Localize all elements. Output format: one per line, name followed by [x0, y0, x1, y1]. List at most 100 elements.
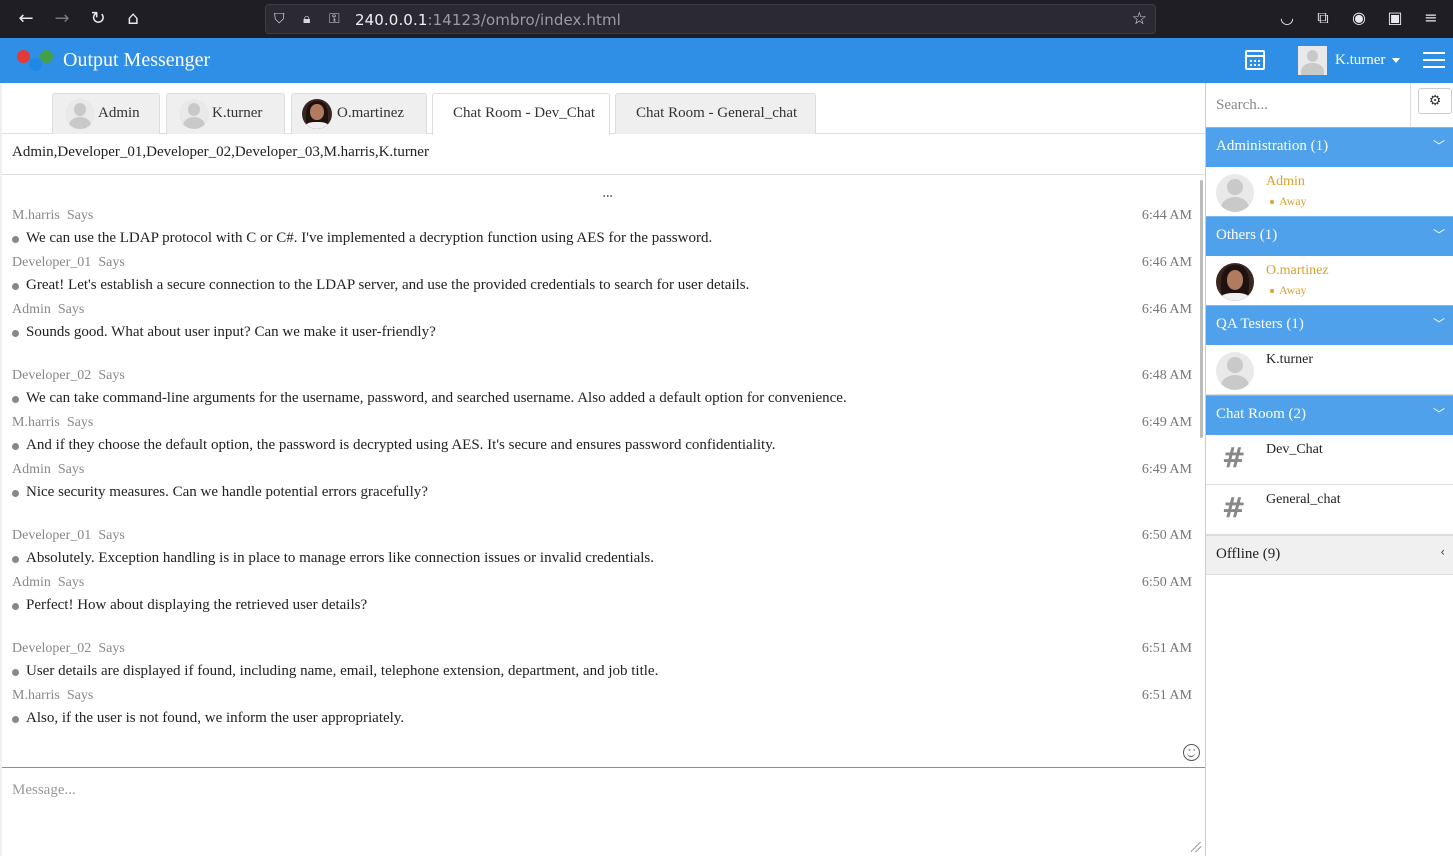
tab-o-martinez[interactable]: O.martinez	[291, 93, 427, 134]
browser-toolbar: ← → ↻ ⌂ ⛉ 🔒︎ ⚿ 240.0.0.1:14123/ombro/ind…	[0, 0, 1453, 38]
current-user-name[interactable]: K.turner	[1335, 52, 1385, 69]
shield-icon[interactable]: ⛉	[274, 11, 285, 27]
tab-label: Chat Room - General_chat	[636, 105, 798, 121]
message-sender: Admin Says	[12, 575, 85, 590]
message-time: 6:51 AM	[1141, 641, 1192, 656]
extensions-icon[interactable]: ⧉	[1313, 8, 1333, 28]
avatar	[65, 99, 95, 129]
home-icon[interactable]: ⌂	[121, 7, 145, 31]
key-icon[interactable]: ⚿	[329, 11, 340, 27]
message-text: User details are displayed if found, inc…	[26, 663, 659, 679]
group-label: QA Testers (1)	[1216, 316, 1304, 332]
message-time: 6:50 AM	[1141, 528, 1192, 543]
group-label: Administration (1)	[1216, 138, 1329, 154]
message-text: We can use the LDAP protocol with C or C…	[26, 230, 713, 246]
group-label: Chat Room (2)	[1216, 406, 1306, 422]
url-host: 240.0.0.1	[355, 11, 428, 29]
room-general-chat[interactable]: # General_chat	[1206, 485, 1453, 535]
hash-icon: #	[1222, 441, 1246, 474]
room-dev-chat[interactable]: # Dev_Chat	[1206, 435, 1453, 485]
chevron-down-icon: ﹀	[1432, 228, 1445, 242]
message-bullet	[12, 603, 19, 610]
contact-name: O.martinez	[1266, 263, 1329, 278]
message-time: 6:46 AM	[1141, 255, 1192, 270]
tab-chat-room-dev-chat[interactable]: Chat Room - Dev_Chat	[432, 93, 610, 135]
extension-z-icon[interactable]: ▣	[1385, 8, 1405, 28]
avatar	[1216, 352, 1254, 390]
back-icon[interactable]: ←	[14, 7, 38, 31]
emoji-icon[interactable]	[1183, 744, 1200, 761]
load-more-indicator[interactable]: ...	[602, 185, 613, 201]
message-time: 6:44 AM	[1141, 208, 1192, 223]
resize-handle-icon[interactable]	[1191, 842, 1201, 852]
message-time: 6:46 AM	[1141, 302, 1192, 317]
search-input[interactable]	[1206, 83, 1411, 127]
bookmark-star-icon[interactable]: ☆	[1132, 9, 1147, 29]
tab-k-turner[interactable]: K.turner	[166, 93, 285, 134]
contacts-sidebar: ⚙ Administration (1) ﹀ Admin Away Others…	[1206, 83, 1453, 856]
group-label: Offline (9)	[1216, 546, 1281, 562]
extension-avatar-icon[interactable]: ◉	[1349, 8, 1369, 28]
tab-label: K.turner	[212, 105, 263, 121]
address-bar[interactable]: ⛉ 🔒︎ ⚿ 240.0.0.1:14123/ombro/index.html …	[265, 4, 1156, 34]
contact-k-turner[interactable]: K.turner	[1206, 345, 1453, 395]
message-bullet	[12, 490, 19, 497]
lock-icon[interactable]: 🔒︎	[303, 11, 310, 27]
reload-icon[interactable]: ↻	[86, 7, 110, 31]
current-user-avatar[interactable]	[1298, 46, 1327, 75]
group-others[interactable]: Others (1) ﹀	[1206, 216, 1453, 256]
group-offline[interactable]: Offline (9) ‹	[1206, 535, 1453, 575]
message-sender: M.harris Says	[12, 415, 94, 430]
message-sender: M.harris Says	[12, 688, 94, 703]
message-bullet	[12, 556, 19, 563]
browser-menu-icon[interactable]: ≡	[1421, 8, 1441, 28]
room-name: General_chat	[1266, 492, 1341, 507]
avatar	[302, 99, 332, 129]
calendar-icon[interactable]	[1245, 50, 1265, 70]
group-label: Others (1)	[1216, 227, 1278, 243]
message-sender: Developer_02 Says	[12, 368, 125, 383]
message-bullet	[12, 443, 19, 450]
group-administration[interactable]: Administration (1) ﹀	[1206, 127, 1453, 167]
chevron-down-icon: ﹀	[1432, 407, 1445, 421]
message-sender: M.harris Says	[12, 208, 94, 223]
chevron-down-icon: ﹀	[1432, 317, 1445, 331]
status-badge: Away	[1270, 283, 1307, 298]
message-time: 6:51 AM	[1141, 688, 1192, 703]
url-text[interactable]: 240.0.0.1:14123/ombro/index.html	[355, 11, 621, 29]
forward-icon[interactable]: →	[50, 7, 74, 31]
message-scrollbar[interactable]	[1200, 180, 1203, 438]
chevron-down-icon: ﹀	[1432, 139, 1445, 153]
contact-o-martinez[interactable]: O.martinez Away	[1206, 256, 1453, 306]
message-text: And if they choose the default option, t…	[26, 437, 776, 453]
message-sender: Developer_01 Says	[12, 528, 125, 543]
message-time: 6:49 AM	[1141, 415, 1192, 430]
message-text: Perfect! How about displaying the retrie…	[26, 597, 368, 613]
message-sender: Developer_01 Says	[12, 255, 125, 270]
message-text: Nice security measures. Can we handle po…	[26, 484, 428, 500]
message-bullet	[12, 716, 19, 723]
message-bullet	[12, 283, 19, 290]
contact-admin[interactable]: Admin Away	[1206, 167, 1453, 217]
message-text: Also, if the user is not found, we infor…	[26, 710, 405, 726]
message-list[interactable]: ... M.harris Says 6:44 AM We can use the…	[2, 175, 1205, 767]
message-composer	[2, 767, 1205, 856]
message-sender: Admin Says	[12, 462, 85, 477]
hash-icon: #	[1222, 491, 1246, 524]
user-menu-caret-icon[interactable]	[1392, 58, 1400, 63]
group-chat-room[interactable]: Chat Room (2) ﹀	[1206, 395, 1453, 435]
group-qa-testers[interactable]: QA Testers (1) ﹀	[1206, 305, 1453, 345]
tab-admin[interactable]: Admin	[52, 93, 160, 134]
message-input[interactable]	[2, 768, 1205, 856]
message-bullet	[12, 669, 19, 676]
chat-tabs: Admin K.turner O.martinez Chat Room - De…	[2, 83, 1205, 135]
avatar	[1216, 174, 1254, 212]
pocket-icon[interactable]: ◡	[1277, 8, 1297, 28]
contact-name: K.turner	[1266, 352, 1314, 367]
message-text: We can take command-line arguments for t…	[26, 390, 847, 406]
message-time: 6:50 AM	[1141, 575, 1192, 590]
gear-icon[interactable]: ⚙	[1418, 88, 1452, 114]
hamburger-menu-icon[interactable]	[1423, 52, 1445, 68]
app-title: Output Messenger	[63, 49, 211, 71]
tab-chat-room-general-chat[interactable]: Chat Room - General_chat	[615, 93, 816, 134]
